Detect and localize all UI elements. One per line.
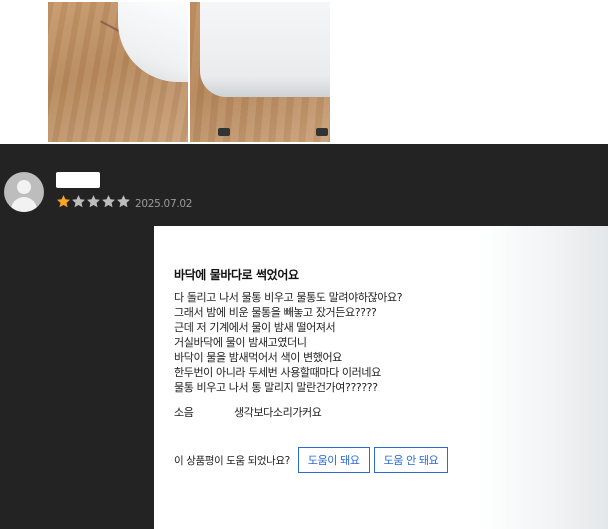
star-icon bbox=[72, 195, 85, 208]
review-photo-2[interactable] bbox=[190, 2, 330, 142]
review-title: 바닥에 물바다로 썩었어요 bbox=[174, 268, 299, 282]
star-rating bbox=[56, 194, 131, 209]
star-icon bbox=[102, 195, 115, 208]
review-photo-strip bbox=[0, 0, 608, 144]
review-body: 다 돌리고 나서 물통 비우고 물통도 말려야하잖아요? 그래서 밤에 비운 물… bbox=[174, 290, 403, 395]
review-line: 다 돌리고 나서 물통 비우고 물통도 말려야하잖아요? bbox=[174, 291, 403, 304]
attribute-value: 생각보다소리가커요 bbox=[234, 406, 322, 419]
card-glare bbox=[478, 226, 608, 529]
masked-user-name bbox=[56, 172, 100, 188]
review-line: 그래서 밤에 비운 물통을 빼놓고 잤거든요???? bbox=[174, 306, 377, 319]
review-line: 물통 비우고 나서 통 말리지 말란건가여?????? bbox=[174, 381, 378, 394]
helpful-yes-button[interactable]: 도움이 돼요 bbox=[297, 447, 370, 473]
appliance-foot bbox=[218, 128, 230, 136]
review-photo-1[interactable] bbox=[48, 2, 188, 142]
review-line: 바닥이 물을 밤새먹어서 색이 변했어요 bbox=[174, 351, 342, 364]
appliance-foot bbox=[316, 128, 328, 136]
attribute-label: 소음 bbox=[174, 406, 194, 419]
star-icon bbox=[117, 195, 130, 208]
star-icon bbox=[87, 195, 100, 208]
star-icon bbox=[57, 195, 70, 208]
review-line: 근데 저 기계에서 물이 밤새 떨어져서 bbox=[174, 321, 336, 334]
review-line: 한두번이 아니라 두세번 사용할때마다 이러네요 bbox=[174, 366, 381, 379]
review-date: 2025.07.02 bbox=[135, 198, 193, 210]
attribute-row: 소음 생각보다소리가커요 bbox=[174, 404, 322, 420]
review-card: 바닥에 물바다로 썩었어요 다 돌리고 나서 물통 비우고 물통도 말려야하잖아… bbox=[154, 226, 608, 529]
review-panel: 2025.07.02 바닥에 물바다로 썩었어요 다 돌리고 나서 물통 비우고… bbox=[0, 144, 608, 529]
helpful-no-button[interactable]: 도움 안 돼요 bbox=[373, 447, 449, 473]
appliance-base bbox=[200, 2, 330, 97]
default-user-avatar-icon bbox=[4, 172, 44, 212]
helpful-row: 이 상품평이 도움 되었나요? 도움이 돼요 도움 안 돼요 bbox=[174, 447, 452, 473]
helpful-question: 이 상품평이 도움 되었나요? bbox=[174, 454, 290, 467]
review-line: 거실바닥에 물이 밤새고였더니 bbox=[174, 336, 307, 349]
